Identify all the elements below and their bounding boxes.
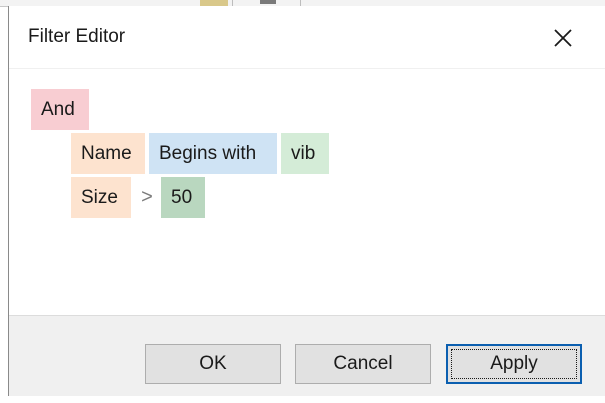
close-button[interactable]	[545, 20, 581, 56]
group-operator-and[interactable]: And	[31, 89, 89, 130]
dialog-title: Filter Editor	[28, 26, 126, 47]
dialog-button-bar: OK Cancel Apply	[9, 315, 605, 397]
background-toolbar-element	[260, 0, 276, 4]
apply-button-label: Apply	[490, 353, 538, 374]
condition-value-vib[interactable]: vib	[281, 133, 329, 174]
condition-operator-greater-than[interactable]: >	[137, 177, 157, 218]
background-strip-bottom	[0, 396, 605, 403]
ok-button[interactable]: OK	[145, 344, 281, 384]
dialog-titlebar[interactable]: Filter Editor	[9, 6, 605, 68]
condition-operator-begins-with[interactable]: Begins with	[149, 133, 277, 174]
condition-field-name[interactable]: Name	[71, 133, 145, 174]
apply-button[interactable]: Apply	[446, 344, 582, 384]
cancel-button[interactable]: Cancel	[295, 344, 431, 384]
condition-field-size[interactable]: Size	[71, 177, 131, 218]
filter-editor-dialog: Filter Editor And Name Begins with vib S…	[8, 6, 605, 397]
close-icon	[554, 29, 572, 47]
filter-tree: And Name Begins with vib Size > 50	[9, 68, 605, 316]
condition-value-50[interactable]: 50	[161, 177, 205, 218]
